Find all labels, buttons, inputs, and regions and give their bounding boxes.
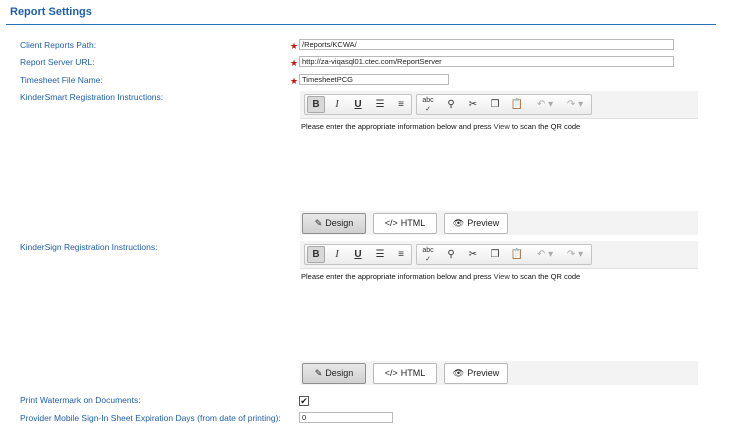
underline-button[interactable]: U (349, 246, 367, 263)
client-reports-path-label: Client Reports Path: (20, 40, 97, 50)
spellcheck-icon[interactable]: abc ✓ (419, 96, 437, 113)
undo-icon[interactable]: ↶ ▾ (532, 246, 558, 263)
print-watermark-label: Print Watermark on Documents: (20, 395, 141, 405)
section-divider (6, 24, 716, 25)
copy-icon[interactable]: ❐ (486, 96, 504, 113)
expiration-days-input[interactable]: 0 (299, 412, 393, 423)
editor-toolbar: B I U ☰ ≡ abc ✓ ⚲ ✂ ❐ 📋 ↶ ▾ ↷ ▾ (300, 241, 698, 269)
redo-icon[interactable]: ↷ ▾ (562, 96, 588, 113)
paste-icon[interactable]: 📋 (508, 246, 526, 263)
bold-button[interactable]: B (307, 246, 325, 263)
format-button-group: B I U ☰ ≡ (304, 244, 412, 265)
cut-icon[interactable]: ✂ (464, 96, 482, 113)
required-icon: ★ (290, 58, 299, 68)
bold-button[interactable]: B (307, 96, 325, 113)
required-icon: ★ (290, 41, 299, 51)
kindersign-instructions-label: KinderSign Registration Instructions: (20, 242, 158, 252)
paste-icon[interactable]: 📋 (508, 96, 526, 113)
client-reports-path-input[interactable]: /Reports/KCWA/ (299, 39, 674, 50)
editor-mode-bar: ✎ Design </> HTML 👁 Preview (300, 361, 698, 385)
underline-button[interactable]: U (349, 96, 367, 113)
editor-content[interactable]: Please enter the appropriate information… (300, 269, 698, 361)
italic-button[interactable]: I (328, 96, 346, 113)
report-server-url-label: Report Server URL: (20, 57, 95, 67)
bulleted-list-icon[interactable]: ☰ (371, 246, 389, 263)
kindersign-editor: B I U ☰ ≡ abc ✓ ⚲ ✂ ❐ 📋 ↶ ▾ ↷ ▾ Please en… (300, 241, 698, 389)
preview-mode-button[interactable]: 👁 Preview (444, 363, 508, 384)
design-mode-button[interactable]: ✎ Design (302, 363, 366, 384)
copy-icon[interactable]: ❐ (486, 246, 504, 263)
numbered-list-icon[interactable]: ≡ (392, 246, 410, 263)
timesheet-file-name-label: Timesheet File Name: (20, 75, 103, 85)
bulleted-list-icon[interactable]: ☰ (371, 96, 389, 113)
eye-icon: 👁 (452, 368, 465, 378)
html-mode-button[interactable]: </> HTML (373, 213, 437, 234)
pencil-icon: ✎ (314, 368, 323, 378)
undo-icon[interactable]: ↶ ▾ (532, 96, 558, 113)
cut-icon[interactable]: ✂ (464, 246, 482, 263)
design-mode-button[interactable]: ✎ Design (302, 213, 366, 234)
expiration-days-label: Provider Mobile Sign-In Sheet Expiration… (20, 413, 281, 423)
editor-toolbar: B I U ☰ ≡ abc ✓ ⚲ ✂ ❐ 📋 ↶ ▾ ↷ ▾ (300, 91, 698, 119)
format-button-group: B I U ☰ ≡ (304, 94, 412, 115)
report-server-url-input[interactable]: http://za-viqasql01.ctec.com/ReportServe… (299, 56, 674, 67)
kindersmart-instructions-label: KinderSmart Registration Instructions: (20, 92, 164, 102)
eye-icon: 👁 (452, 218, 465, 228)
code-icon: </> (384, 368, 398, 378)
numbered-list-icon[interactable]: ≡ (392, 96, 410, 113)
print-watermark-checkbox[interactable]: ✔ (299, 396, 309, 406)
html-mode-button[interactable]: </> HTML (373, 363, 437, 384)
spellcheck-icon[interactable]: abc ✓ (419, 246, 437, 263)
edit-button-group: abc ✓ ⚲ ✂ ❐ 📋 ↶ ▾ ↷ ▾ (416, 94, 592, 115)
section-title: Report Settings (10, 6, 92, 18)
kindersmart-editor: B I U ☰ ≡ abc ✓ ⚲ ✂ ❐ 📋 ↶ ▾ ↷ ▾ Please en… (300, 91, 698, 235)
find-icon[interactable]: ⚲ (442, 246, 460, 263)
redo-icon[interactable]: ↷ ▾ (562, 246, 588, 263)
editor-content[interactable]: Please enter the appropriate information… (300, 119, 698, 211)
editor-mode-bar: ✎ Design </> HTML 👁 Preview (300, 211, 698, 235)
code-icon: </> (384, 218, 398, 228)
required-icon: ★ (290, 76, 299, 86)
preview-mode-button[interactable]: 👁 Preview (444, 213, 508, 234)
edit-button-group: abc ✓ ⚲ ✂ ❐ 📋 ↶ ▾ ↷ ▾ (416, 244, 592, 265)
find-icon[interactable]: ⚲ (442, 96, 460, 113)
italic-button[interactable]: I (328, 246, 346, 263)
pencil-icon: ✎ (314, 218, 323, 228)
timesheet-file-name-input[interactable]: TimesheetPCG (299, 74, 449, 85)
